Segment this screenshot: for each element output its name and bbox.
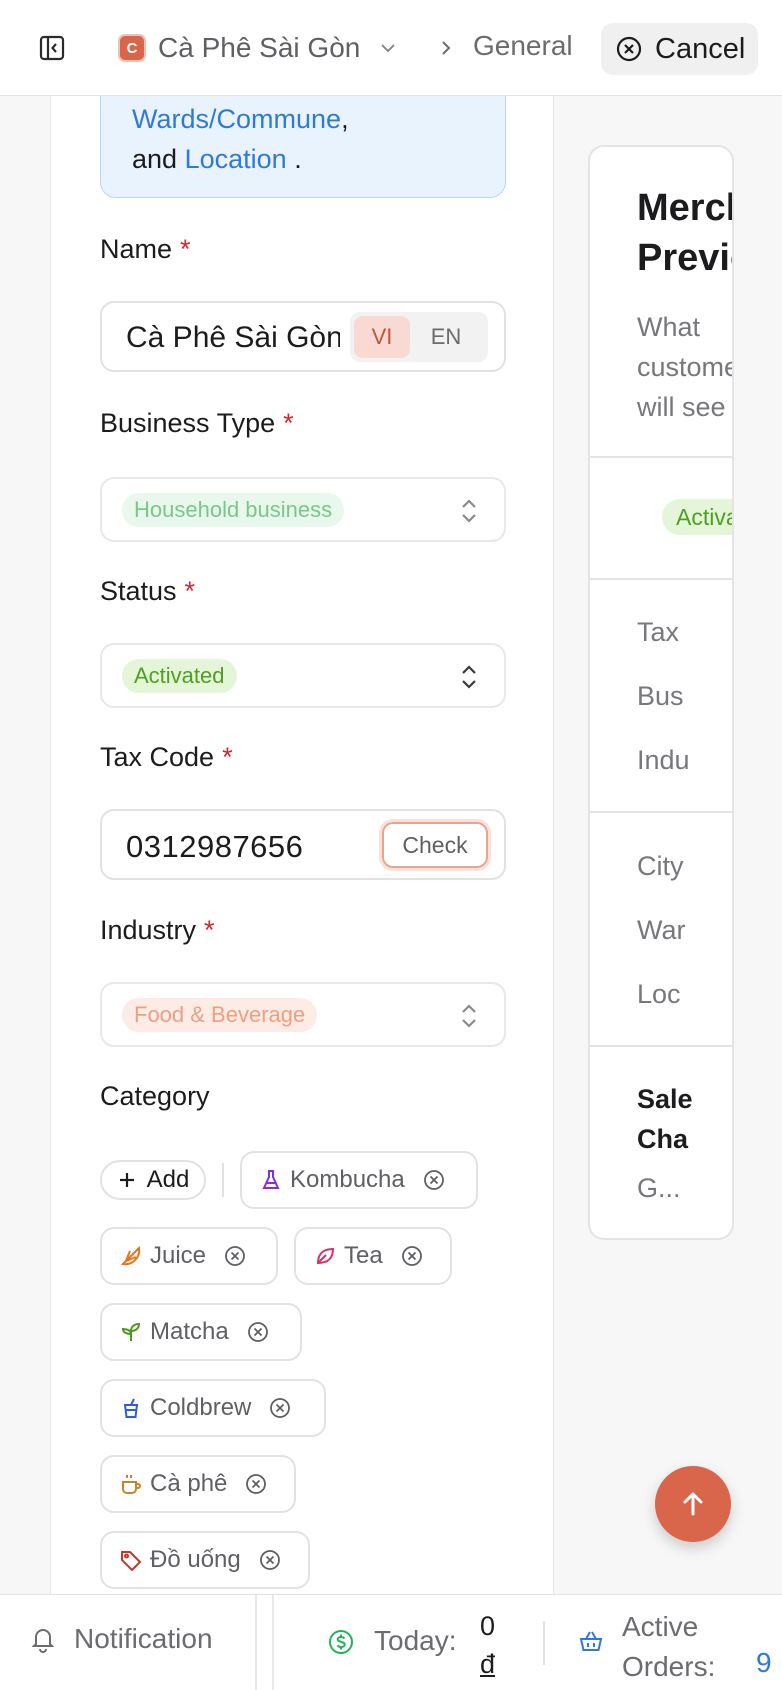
preview-sales-channel-value: G... xyxy=(637,1173,681,1203)
preview-tax-row: Tax xyxy=(637,617,680,647)
business-type-label: Business Type * xyxy=(100,408,294,438)
cancel-button[interactable]: Cancel xyxy=(601,23,758,75)
tax-code-input[interactable]: 0312987656 Check xyxy=(100,809,506,880)
breadcrumb-current[interactable]: General xyxy=(473,30,573,62)
status-label: Status * xyxy=(100,576,196,606)
remove-category-icon[interactable] xyxy=(401,1245,423,1267)
name-value[interactable]: Cà Phê Sài Gòn xyxy=(126,321,340,355)
category-chip-ca-phe: Cà phê xyxy=(100,1455,296,1513)
preview-location-row: Loc xyxy=(637,979,681,1009)
leaf-icon xyxy=(316,1247,335,1265)
chevron-up-down-icon xyxy=(462,665,476,689)
location-link[interactable]: Location xyxy=(185,144,287,174)
info-line-1: Wards/Commune, xyxy=(132,104,349,134)
preview-sales-channel-label: Sale Cha xyxy=(637,1084,693,1154)
remove-category-icon[interactable] xyxy=(259,1549,281,1571)
cancel-label: Cancel xyxy=(655,32,746,65)
today-label: Today: xyxy=(374,1625,457,1656)
chevron-right-icon xyxy=(442,41,451,55)
merchant-switcher[interactable]: C Cà Phê Sài Gòn xyxy=(118,28,398,68)
chevron-up-down-icon xyxy=(462,1004,476,1028)
active-orders-label: Active Orders: xyxy=(622,1611,716,1682)
sidebar-toggle-icon[interactable] xyxy=(38,34,66,62)
business-type-value: Household business xyxy=(122,493,345,527)
preview-business-row: Bus xyxy=(637,681,684,711)
lang-vi-button[interactable]: VI xyxy=(354,316,410,358)
tag-icon xyxy=(121,1551,142,1571)
close-circle-icon xyxy=(616,36,642,62)
category-label: Category xyxy=(100,1081,210,1111)
status-value: Activated xyxy=(122,659,237,693)
divider xyxy=(543,1621,545,1665)
active-orders-value[interactable]: 9 xyxy=(756,1647,772,1679)
lang-en-button[interactable]: EN xyxy=(418,316,474,358)
merchant-logo: C xyxy=(118,34,146,62)
plus-icon xyxy=(119,1173,134,1187)
flask-icon xyxy=(262,1170,280,1189)
category-chip-matcha: Matcha xyxy=(100,1303,302,1361)
category-chip-coldbrew: Coldbrew xyxy=(100,1379,326,1437)
check-tax-button[interactable]: Check xyxy=(382,822,488,868)
chevron-down-icon xyxy=(381,44,396,53)
name-label: Name * xyxy=(100,234,191,264)
remove-category-icon[interactable] xyxy=(224,1245,246,1267)
divider xyxy=(272,1595,274,1690)
tax-code-value[interactable]: 0312987656 xyxy=(126,829,303,865)
citrus-icon xyxy=(120,1245,141,1266)
preview-industry-row: Indu xyxy=(637,745,690,775)
divider xyxy=(590,1045,732,1047)
bottom-status-bar: Notification Today: 0 đ Active Orders: 9 xyxy=(0,1594,782,1690)
preview-subtitle: What customers will see xyxy=(637,312,732,422)
remove-category-icon[interactable] xyxy=(269,1397,291,1419)
today-revenue-value: 0 đ xyxy=(480,1611,496,1679)
divider xyxy=(590,578,732,580)
remove-category-icon[interactable] xyxy=(423,1169,445,1191)
scroll-to-top-button[interactable] xyxy=(655,1466,731,1542)
industry-select[interactable]: Food & Beverage xyxy=(100,982,506,1047)
remove-category-icon[interactable] xyxy=(245,1473,267,1495)
divider xyxy=(590,811,732,813)
info-line-2: and Location . xyxy=(132,144,302,174)
divider xyxy=(590,456,732,458)
name-input[interactable]: Cà Phê Sài Gòn VI EN xyxy=(100,301,506,372)
merchant-preview-card: Merchant Preview What customers will see… xyxy=(588,145,734,1240)
merchant-name: Cà Phê Sài Gòn xyxy=(158,32,361,63)
preview-status-badge: Activated xyxy=(662,499,732,535)
language-toggle: VI EN xyxy=(350,312,488,362)
category-chip-do-uong: Đồ uống xyxy=(100,1531,310,1589)
tax-code-label: Tax Code * xyxy=(100,742,233,772)
general-form: Wards/Commune, and Location . Name * Cà P… xyxy=(50,96,554,1594)
status-select[interactable]: Activated xyxy=(100,643,506,708)
add-category-button[interactable]: Add xyxy=(100,1160,206,1200)
chevron-up-down-icon xyxy=(462,499,476,523)
coffee-icon xyxy=(122,1475,141,1494)
arrow-up-icon xyxy=(683,1492,703,1516)
divider xyxy=(255,1595,257,1690)
category-chip-tea: Tea xyxy=(294,1227,452,1285)
sprout-icon xyxy=(121,1322,141,1341)
chip-divider xyxy=(222,1163,224,1197)
industry-label: Industry * xyxy=(100,915,215,945)
top-bar: C Cà Phê Sài Gòn General Cancel xyxy=(0,0,782,96)
remove-category-icon[interactable] xyxy=(247,1321,269,1343)
category-chip-kombucha: Kombucha xyxy=(240,1151,478,1209)
business-type-select[interactable]: Household business xyxy=(100,477,506,542)
preview-city-row: City xyxy=(637,851,684,881)
category-chip-juice: Juice xyxy=(100,1227,278,1285)
notification-button[interactable]: Notification xyxy=(28,1623,213,1655)
dollar-circle-icon xyxy=(329,1630,353,1654)
industry-value: Food & Beverage xyxy=(122,998,318,1032)
preview-title: Merchant Preview xyxy=(637,187,732,279)
cup-straw-icon xyxy=(123,1398,139,1418)
bell-icon xyxy=(31,1629,55,1653)
basket-icon xyxy=(579,1631,603,1651)
preview-ward-row: War xyxy=(637,915,686,945)
wards-link[interactable]: Wards/Commune xyxy=(132,104,341,134)
